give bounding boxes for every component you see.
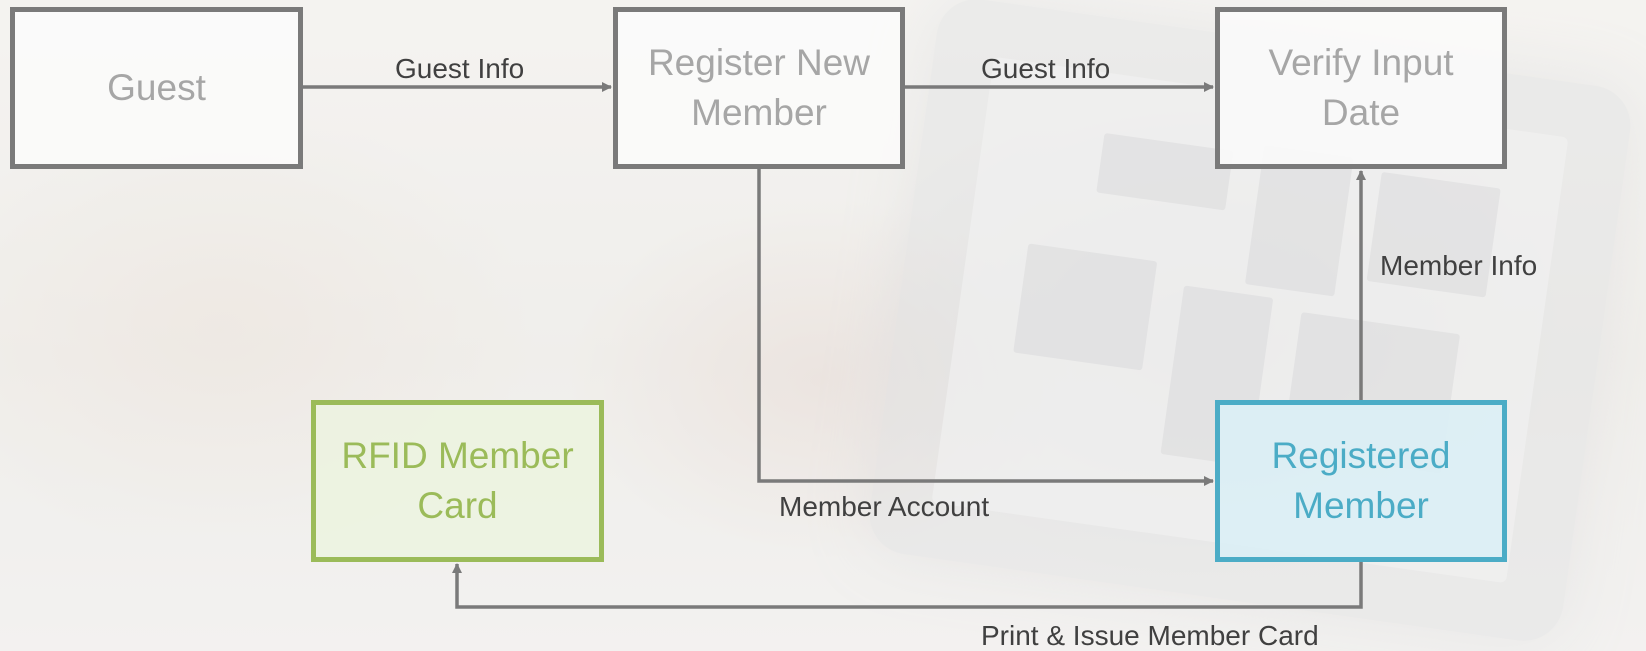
node-label: Guest xyxy=(107,67,206,109)
edge-label-member-info: Member Info xyxy=(1380,250,1538,281)
connector-registered-to-rfid xyxy=(452,562,1363,609)
node-label-line-2: Member xyxy=(691,92,827,133)
node-label-line-2: Card xyxy=(417,485,498,526)
node-verify-input-date: Verify Input Date xyxy=(1215,7,1507,169)
edge-label-guest-info: Guest Info xyxy=(395,53,525,84)
connector-register-to-registered xyxy=(757,169,1214,486)
edge-label-guest-info: Guest Info xyxy=(981,53,1111,84)
node-register-new-member: Register New Member xyxy=(613,7,905,169)
node-registered-member: Registered Member xyxy=(1215,400,1507,562)
node-label-line-2: Member xyxy=(1293,485,1429,526)
edge-label-member-account: Member Account xyxy=(779,491,990,522)
node-label-line-2: Date xyxy=(1321,92,1401,133)
node-label-line-1: RFID Member xyxy=(341,435,574,477)
node-label-line-1: Registered xyxy=(1271,435,1451,477)
node-label-line-1: Verify Input xyxy=(1268,42,1454,84)
edge-label-print-issue-member-card: Print & Issue Member Card xyxy=(981,620,1319,651)
node-label-line-1: Register New xyxy=(647,42,871,84)
node-guest: Guest xyxy=(10,7,303,169)
node-rfid-member-card: RFID Member Card xyxy=(311,400,604,562)
